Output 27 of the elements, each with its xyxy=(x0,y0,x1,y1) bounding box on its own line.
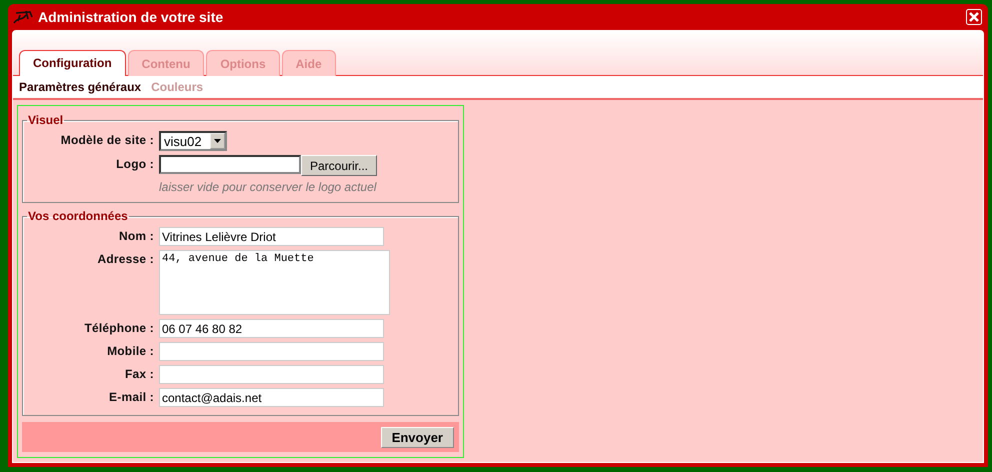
field-label: Logo : xyxy=(115,156,154,171)
address-field[interactable]: 44, avenue de la Muette xyxy=(159,250,390,315)
close-icon[interactable] xyxy=(966,9,982,25)
text-field[interactable] xyxy=(159,342,384,361)
section-legend: Vos coordonnées xyxy=(27,209,129,223)
text-field[interactable]: 06 07 46 80 82 xyxy=(159,319,384,338)
section-legend: Visuel xyxy=(27,113,64,127)
field-label: Fax : xyxy=(124,366,154,381)
caret-icon xyxy=(214,139,221,143)
tab[interactable]: Configuration xyxy=(19,50,126,76)
file-field[interactable] xyxy=(159,155,301,174)
window-title: Administration de votre site xyxy=(38,9,224,25)
subtab[interactable]: Paramètres généraux xyxy=(19,80,142,94)
browse-button[interactable]: Parcourir... xyxy=(301,155,378,176)
field-label: Nom : xyxy=(118,228,154,243)
logo-icon xyxy=(12,9,34,25)
template-dropdown[interactable]: visu02 xyxy=(159,131,227,151)
submit-button[interactable]: Envoyer xyxy=(380,426,454,448)
text-field[interactable] xyxy=(159,365,384,384)
hint-text: laisser vide pour conserver le logo actuel xyxy=(159,180,376,194)
field-label: E-mail : xyxy=(108,389,154,404)
field-label: Mobile : xyxy=(106,343,154,358)
field-label: Téléphone : xyxy=(83,320,154,335)
text-field[interactable]: contact@adais.net xyxy=(159,388,384,407)
field-label: Modèle de site : xyxy=(60,132,154,147)
field-label: Adresse : xyxy=(96,251,154,266)
text-field[interactable]: Vitrines Lelièvre Driot xyxy=(159,227,384,246)
